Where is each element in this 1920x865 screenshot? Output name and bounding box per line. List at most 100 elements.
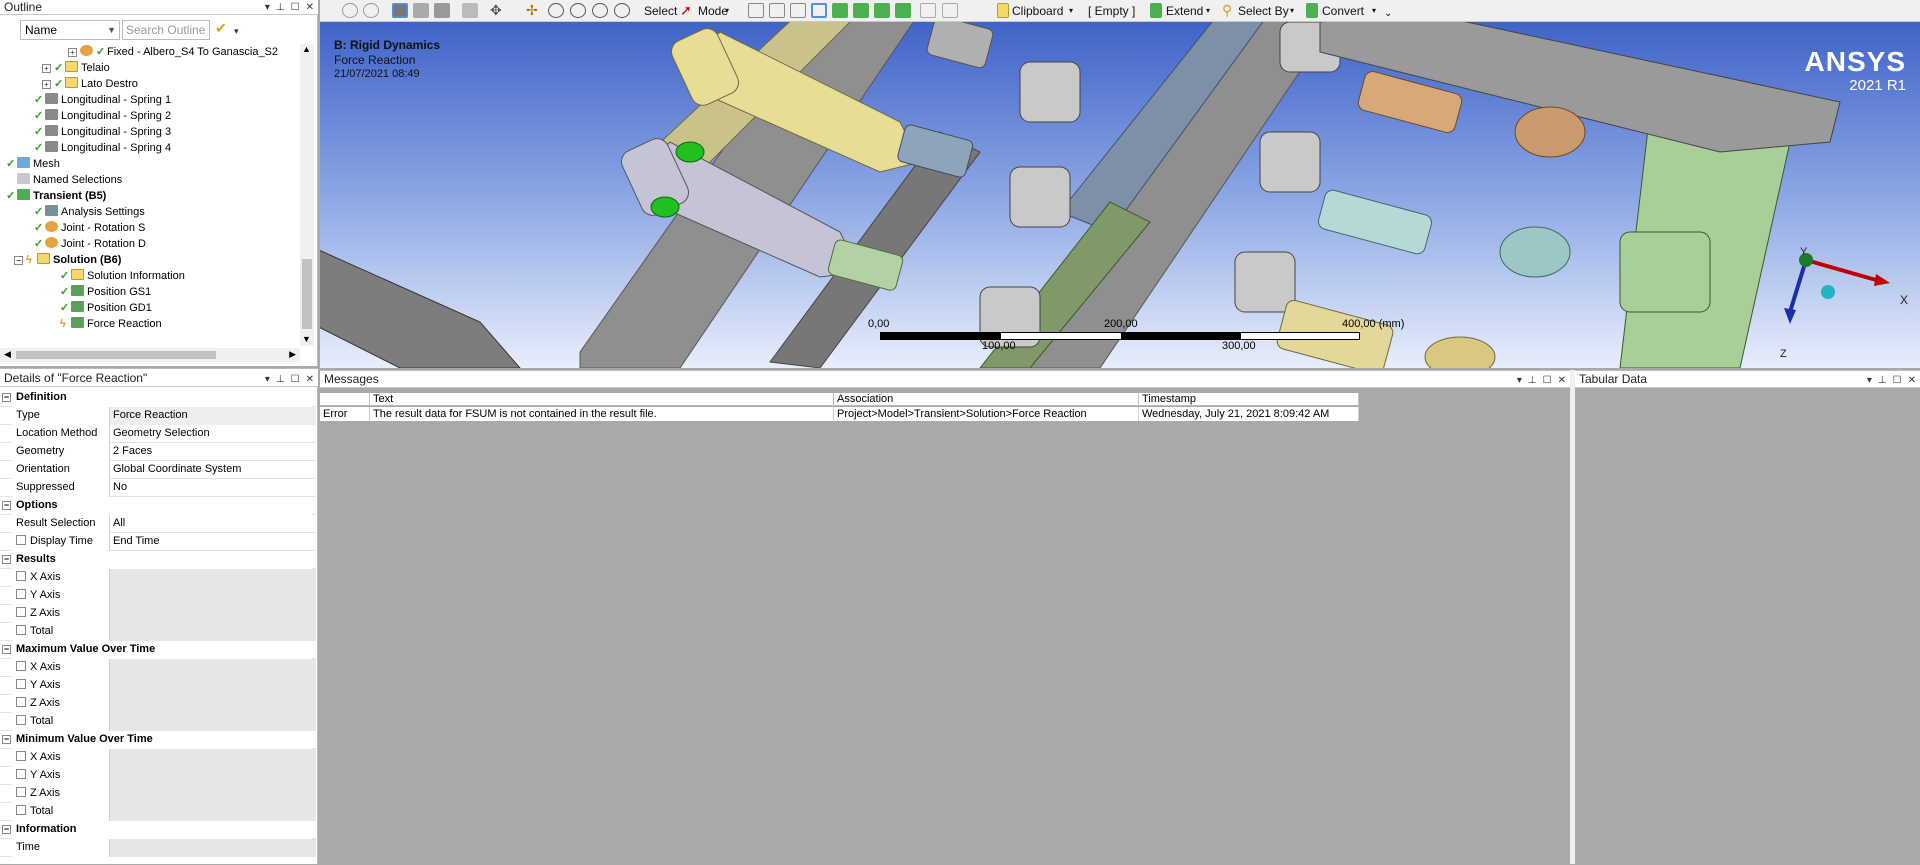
select-face-icon[interactable] [790,3,806,18]
dropdown-icon[interactable]: ▾ [265,0,270,15]
detail-row-display-time[interactable]: Display Time End Time [0,533,316,551]
close-icon[interactable]: ✕ [1558,372,1566,389]
clipboard-button[interactable]: Clipboard [1012,1,1063,21]
tree-item-mesh[interactable]: ✓ Mesh [6,156,60,172]
deselect-icon[interactable] [942,3,958,18]
section-options[interactable]: − Options [0,497,316,515]
select-vertex-icon[interactable] [748,3,764,18]
scroll-thumb[interactable] [302,259,312,329]
name-filter-dropdown[interactable]: Name ▼ [20,20,120,40]
detail-row-time[interactable]: Time [0,839,316,857]
tree-item-transient[interactable]: ✓ Transient (B5) [6,188,106,204]
wireframe-icon[interactable] [413,3,429,18]
pin-icon[interactable]: ⊥ [1528,372,1537,389]
shaft-blue[interactable] [897,124,974,179]
tree-item-position-gd1[interactable]: ✓ Position GD1 [60,300,152,316]
detail-row-results-total[interactable]: Total [0,623,316,641]
checkbox[interactable] [16,715,26,725]
convert-icon[interactable] [1306,3,1318,18]
expand-icon[interactable]: + [42,80,51,89]
tree-item-spring-1[interactable]: ✓ Longitudinal - Spring 1 [34,92,171,108]
detail-row-min-total[interactable]: Total [0,803,316,821]
scroll-right-icon[interactable]: ▶ [289,349,296,360]
select-element-icon[interactable] [853,3,869,18]
magnifier-icon[interactable] [614,3,630,18]
select-all-icon[interactable] [920,3,936,18]
message-level[interactable]: Error [320,407,370,421]
collapse-icon[interactable]: − [2,825,11,834]
detail-row-location-method[interactable]: Location Method Geometry Selection [0,425,316,443]
section-results[interactable]: − Results [0,551,316,569]
expand-icon[interactable]: + [68,48,77,57]
detail-row-max-total[interactable]: Total [0,713,316,731]
search-dropdown-icon[interactable]: ▾ [234,26,239,37]
zoom-out-icon[interactable] [363,3,379,18]
detail-row-results-y[interactable]: Y Axis [0,587,316,605]
column-header-text[interactable]: Text [370,393,834,406]
mode-button[interactable]: Mode [698,1,728,21]
grey-link-arm[interactable] [320,197,521,368]
tree-item-analysis-settings[interactable]: ✓ Analysis Settings [34,204,145,220]
expand-icon[interactable]: + [42,64,51,73]
checkbox[interactable] [16,805,26,815]
scroll-left-icon[interactable]: ◀ [4,349,11,360]
maximize-icon[interactable]: ☐ [1893,372,1902,389]
bushing-grey-2[interactable] [1009,166,1071,228]
checkbox[interactable] [16,625,26,635]
tree-item-spring-4[interactable]: ✓ Longitudinal - Spring 4 [34,140,171,156]
display-time-checkbox[interactable] [16,535,26,545]
tree-item-solution[interactable]: − ϟ Solution (B6) [14,252,121,268]
shaded-icon[interactable] [434,3,450,18]
coordinate-triad[interactable] [1780,242,1910,362]
joint-cyan[interactable] [1499,226,1571,278]
section-information[interactable]: − Information [0,821,316,839]
tree-item-joint-rotation-d[interactable]: ✓ Joint - Rotation D [34,236,146,252]
dropdown-icon[interactable]: ▾ [1517,372,1522,389]
convert-button[interactable]: Convert [1322,1,1364,21]
checkbox[interactable] [16,769,26,779]
isometric-ball[interactable] [1821,285,1835,299]
clipboard-dropdown-icon[interactable]: ▾ [1069,1,1073,21]
scroll-thumb[interactable] [16,351,216,359]
tree-item-spring-2[interactable]: ✓ Longitudinal - Spring 2 [34,108,171,124]
joint-yellow[interactable] [1424,336,1496,368]
tree-item-named-selections[interactable]: Named Selections [6,172,122,188]
scroll-up-icon[interactable]: ▲ [302,44,311,54]
pan-icon[interactable]: ✢ [526,3,542,18]
tree-item-telaio[interactable]: + ✓ Telaio [42,60,110,76]
dropdown-icon[interactable]: ▾ [265,371,270,389]
select-body-icon[interactable] [811,3,827,18]
select-element-face-icon[interactable] [874,3,890,18]
checkbox[interactable] [16,607,26,617]
detail-row-min-y[interactable]: Y Axis [0,767,316,785]
green-bushing-top[interactable] [675,141,705,163]
select-by-icon[interactable]: ⚲ [1222,3,1238,18]
pin-icon[interactable]: ⊥ [276,0,285,15]
tree-item-spring-3[interactable]: ✓ Longitudinal - Spring 3 [34,124,171,140]
shaft-grey-top[interactable] [926,22,994,69]
detail-row-type[interactable]: Type Force Reaction [0,407,316,425]
detail-row-min-z[interactable]: Z Axis [0,785,316,803]
select-button[interactable]: Select [644,1,677,21]
tree-item-position-gs1[interactable]: ✓ Position GS1 [60,284,151,300]
pin-icon[interactable]: ⊥ [1878,372,1887,389]
search-input[interactable]: Search Outline [122,20,210,40]
close-icon[interactable]: ✕ [306,371,314,389]
section-min-value[interactable]: − Minimum Value Over Time [0,731,316,749]
convert-dropdown-icon[interactable]: ▾ [1372,1,1376,21]
detail-row-max-y[interactable]: Y Axis [0,677,316,695]
zoom-icon[interactable] [548,3,564,18]
close-icon[interactable]: ✕ [1908,372,1916,389]
detail-row-suppressed[interactable]: Suppressed No [0,479,316,497]
column-header-timestamp[interactable]: Timestamp [1139,393,1359,406]
select-node-icon[interactable] [832,3,848,18]
detail-row-max-x[interactable]: X Axis [0,659,316,677]
checkbox[interactable] [16,697,26,707]
column-header-association[interactable]: Association [834,393,1139,406]
extend-icon[interactable] [1150,3,1162,18]
collapse-icon[interactable]: − [14,256,23,265]
maximize-icon[interactable]: ☐ [291,371,300,389]
checkbox[interactable] [16,751,26,761]
checkbox[interactable] [16,679,26,689]
detail-row-orientation[interactable]: Orientation Global Coordinate System [0,461,316,479]
